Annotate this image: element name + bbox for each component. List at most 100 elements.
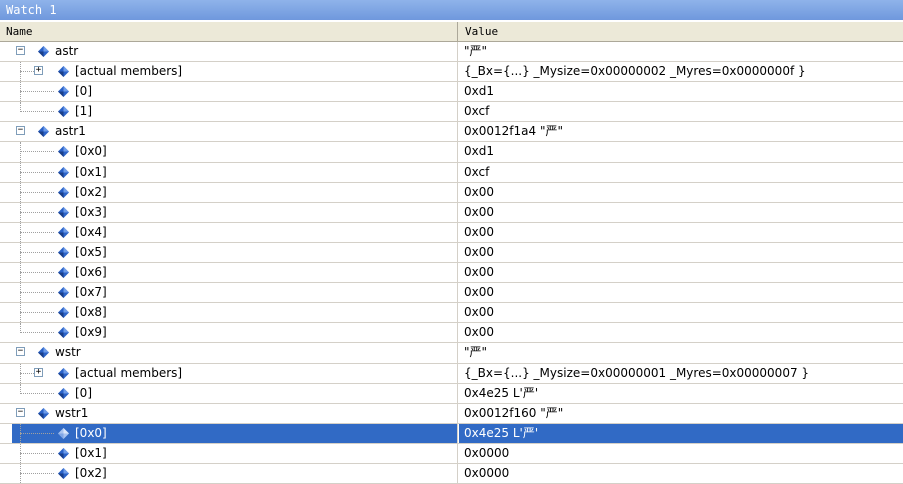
row-gutter	[0, 463, 12, 484]
watch-row[interactable]: [0x9] 0x00	[0, 323, 903, 344]
variable-gem-icon	[58, 367, 69, 379]
value-cell[interactable]: "严"	[459, 42, 903, 61]
member-name: [0x4]	[75, 224, 107, 239]
watch-row[interactable]: [0x7] 0x00	[0, 283, 903, 304]
watch-row[interactable]: [0x6] 0x00	[0, 263, 903, 284]
watch-row[interactable]: [0x1] 0xcf	[0, 162, 903, 183]
watch-row[interactable]: [0x5] 0x00	[0, 242, 903, 264]
plus-box-icon[interactable]: +	[34, 367, 43, 377]
name-cell[interactable]: [0x7]	[12, 283, 458, 303]
value-cell[interactable]: "严"	[459, 343, 903, 362]
name-cell[interactable]: [1]	[12, 102, 458, 122]
name-cell[interactable]: [0x6]	[12, 263, 458, 283]
value-cell[interactable]: {_Bx={...} _Mysize=0x00000001 _Myres=0x0…	[459, 364, 903, 383]
member-name: [actual members]	[75, 365, 183, 380]
watch-row[interactable]: [0x2] 0x00	[0, 182, 903, 203]
name-cell[interactable]: [0x8]	[12, 303, 458, 323]
tree-line-horizontal	[20, 231, 54, 233]
value-cell[interactable]: 0x00	[459, 303, 903, 322]
watch-row[interactable]: + [actual members] {_Bx={...} _Mysize=0x0…	[0, 363, 903, 384]
name-cell[interactable]: [0]	[12, 82, 458, 102]
watch-row[interactable]: + [actual members] {_Bx={...} _Mysize=0x0…	[0, 62, 903, 83]
value-cell[interactable]: 0xcf	[459, 102, 903, 121]
watch-row[interactable]: − astr "严"	[0, 42, 903, 63]
tree-line-horizontal	[20, 472, 54, 474]
variable-gem-icon	[58, 447, 69, 459]
member-name: [0x0]	[75, 425, 107, 440]
row-gutter	[0, 283, 12, 303]
tree-line-horizontal	[20, 211, 54, 213]
member-name: [0x2]	[75, 465, 107, 480]
variable-name: wstr1	[55, 405, 89, 420]
watch-row[interactable]: [0x0] 0x4e25 L'严'	[0, 423, 903, 444]
name-cell[interactable]: [0]	[12, 383, 458, 403]
value-cell[interactable]: 0xd1	[459, 82, 903, 101]
minus-box-icon[interactable]: −	[16, 126, 25, 136]
name-cell[interactable]: − astr1	[12, 122, 458, 142]
row-gutter	[0, 263, 12, 283]
value-cell[interactable]: 0xd1	[459, 142, 903, 161]
value-cell[interactable]: 0xcf	[459, 163, 903, 182]
name-cell[interactable]: [0x0]	[12, 142, 458, 162]
minus-box-icon[interactable]: −	[16, 407, 25, 417]
watch-row[interactable]: [0x4] 0x00	[0, 222, 903, 243]
name-cell[interactable]: [0x9]	[12, 323, 458, 343]
value-cell[interactable]: 0x0000	[459, 464, 903, 483]
watch-row[interactable]: [0] 0x4e25 L'严'	[0, 383, 903, 404]
tree-line-horizontal	[20, 91, 54, 93]
row-gutter	[0, 363, 12, 383]
value-cell[interactable]: 0x00	[459, 263, 903, 282]
row-gutter	[0, 423, 12, 443]
name-cell[interactable]: [0x2]	[12, 182, 458, 202]
value-cell[interactable]: 0x0012f1a4 "严"	[459, 122, 903, 141]
row-gutter	[0, 443, 12, 463]
member-name: [0x1]	[75, 164, 107, 179]
column-header-name[interactable]: Name	[0, 22, 458, 42]
name-cell[interactable]: − astr	[12, 42, 458, 62]
watch-row[interactable]: [0x3] 0x00	[0, 202, 903, 223]
name-cell[interactable]: [0x4]	[12, 222, 458, 242]
watch-row[interactable]: − wstr1 0x0012f160 "严"	[0, 403, 903, 424]
plus-box-icon[interactable]: +	[34, 66, 43, 76]
minus-box-icon[interactable]: −	[16, 347, 25, 357]
name-cell[interactable]: + [actual members]	[12, 62, 458, 82]
row-gutter	[0, 202, 12, 222]
name-cell[interactable]: [0x2]	[12, 463, 458, 484]
name-cell[interactable]: + [actual members]	[12, 363, 458, 383]
value-cell[interactable]: 0x4e25 L'严'	[459, 423, 903, 443]
name-cell[interactable]: [0x0]	[12, 423, 458, 443]
variable-gem-icon	[58, 427, 69, 439]
column-header-value[interactable]: Value	[459, 22, 903, 42]
watch-row[interactable]: [0x8] 0x00	[0, 303, 903, 324]
value-cell[interactable]: 0x00	[459, 323, 903, 342]
name-cell[interactable]: [0x5]	[12, 242, 458, 263]
name-cell[interactable]: − wstr	[12, 343, 458, 363]
value-cell[interactable]: {_Bx={...} _Mysize=0x00000002 _Myres=0x0…	[459, 62, 903, 81]
value-cell[interactable]: 0x0000	[459, 444, 903, 463]
name-cell[interactable]: [0x3]	[12, 202, 458, 222]
name-cell[interactable]: − wstr1	[12, 403, 458, 423]
variable-gem-icon	[58, 186, 69, 198]
tree-line-horizontal	[20, 111, 54, 113]
value-cell[interactable]: 0x00	[459, 223, 903, 242]
value-cell[interactable]: 0x0012f160 "严"	[459, 404, 903, 423]
watch-row[interactable]: [0] 0xd1	[0, 82, 903, 103]
watch-row[interactable]: − astr1 0x0012f1a4 "严"	[0, 122, 903, 143]
tree-line-horizontal	[20, 332, 54, 334]
watch-row[interactable]: − wstr "严"	[0, 343, 903, 364]
watch-row[interactable]: [1] 0xcf	[0, 102, 903, 123]
watch-row[interactable]: [0x0] 0xd1	[0, 142, 903, 163]
value-cell[interactable]: 0x00	[459, 283, 903, 302]
minus-box-icon[interactable]: −	[16, 46, 25, 55]
row-gutter	[0, 162, 12, 182]
value-cell[interactable]: 0x00	[459, 183, 903, 202]
name-cell[interactable]: [0x1]	[12, 443, 458, 463]
value-cell[interactable]: 0x4e25 L'严'	[459, 384, 903, 403]
name-cell[interactable]: [0x1]	[12, 162, 458, 182]
window-title: Watch 1	[0, 0, 903, 20]
value-cell[interactable]: 0x00	[459, 243, 903, 262]
watch-row[interactable]: [0x1] 0x0000	[0, 443, 903, 464]
watch-row[interactable]: [0x2] 0x0000	[0, 463, 903, 484]
tree-line-horizontal	[20, 171, 54, 173]
value-cell[interactable]: 0x00	[459, 203, 903, 222]
